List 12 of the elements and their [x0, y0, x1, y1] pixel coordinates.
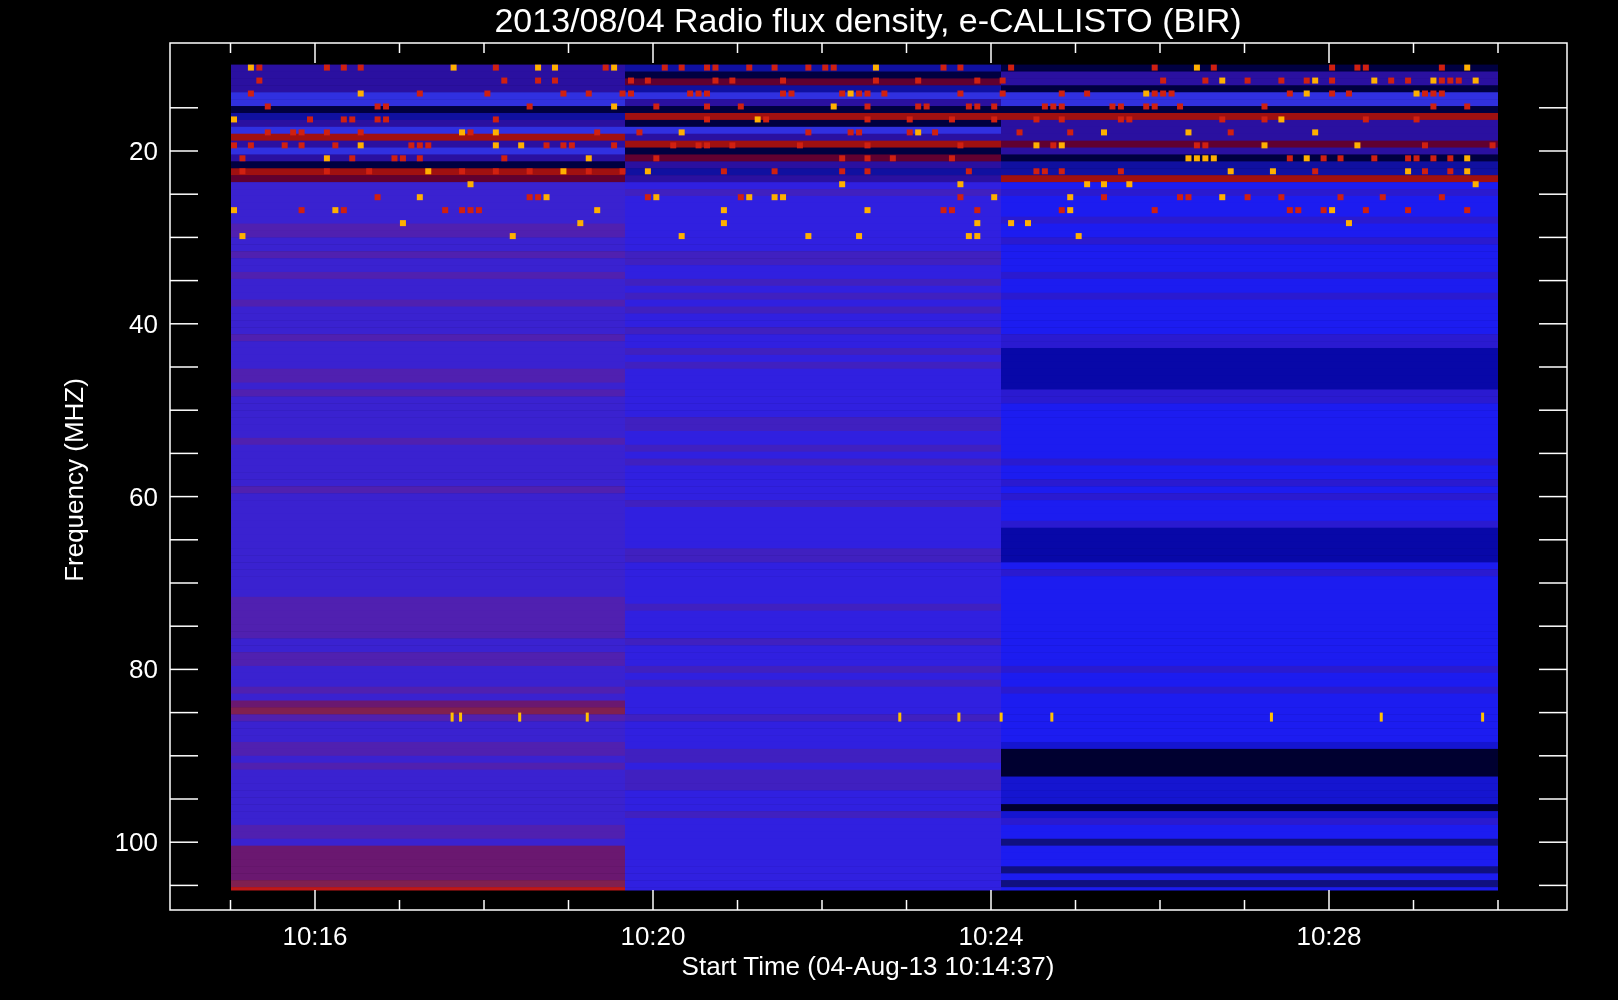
x-tick-label: 10:20 — [620, 921, 686, 951]
y-axis-label: Frequency (MHZ) — [59, 378, 89, 582]
y-tick-label: 100 — [114, 827, 158, 858]
plot-title: 2013/08/04 Radio flux density, e-CALLISTO (BIR) — [494, 1, 1242, 39]
x-axis-label: Start Time (04-Aug-13 10:14:37) — [681, 951, 1055, 981]
y-tick-label: 40 — [129, 308, 158, 339]
y-tick-label: 60 — [129, 481, 158, 512]
x-tick-label: 10:24 — [958, 921, 1024, 951]
x-tick-label: 10:28 — [1296, 921, 1362, 951]
y-tick-label: 20 — [129, 136, 158, 166]
y-tick-label: 80 — [129, 654, 158, 685]
x-tick-label: 10:16 — [282, 921, 348, 951]
